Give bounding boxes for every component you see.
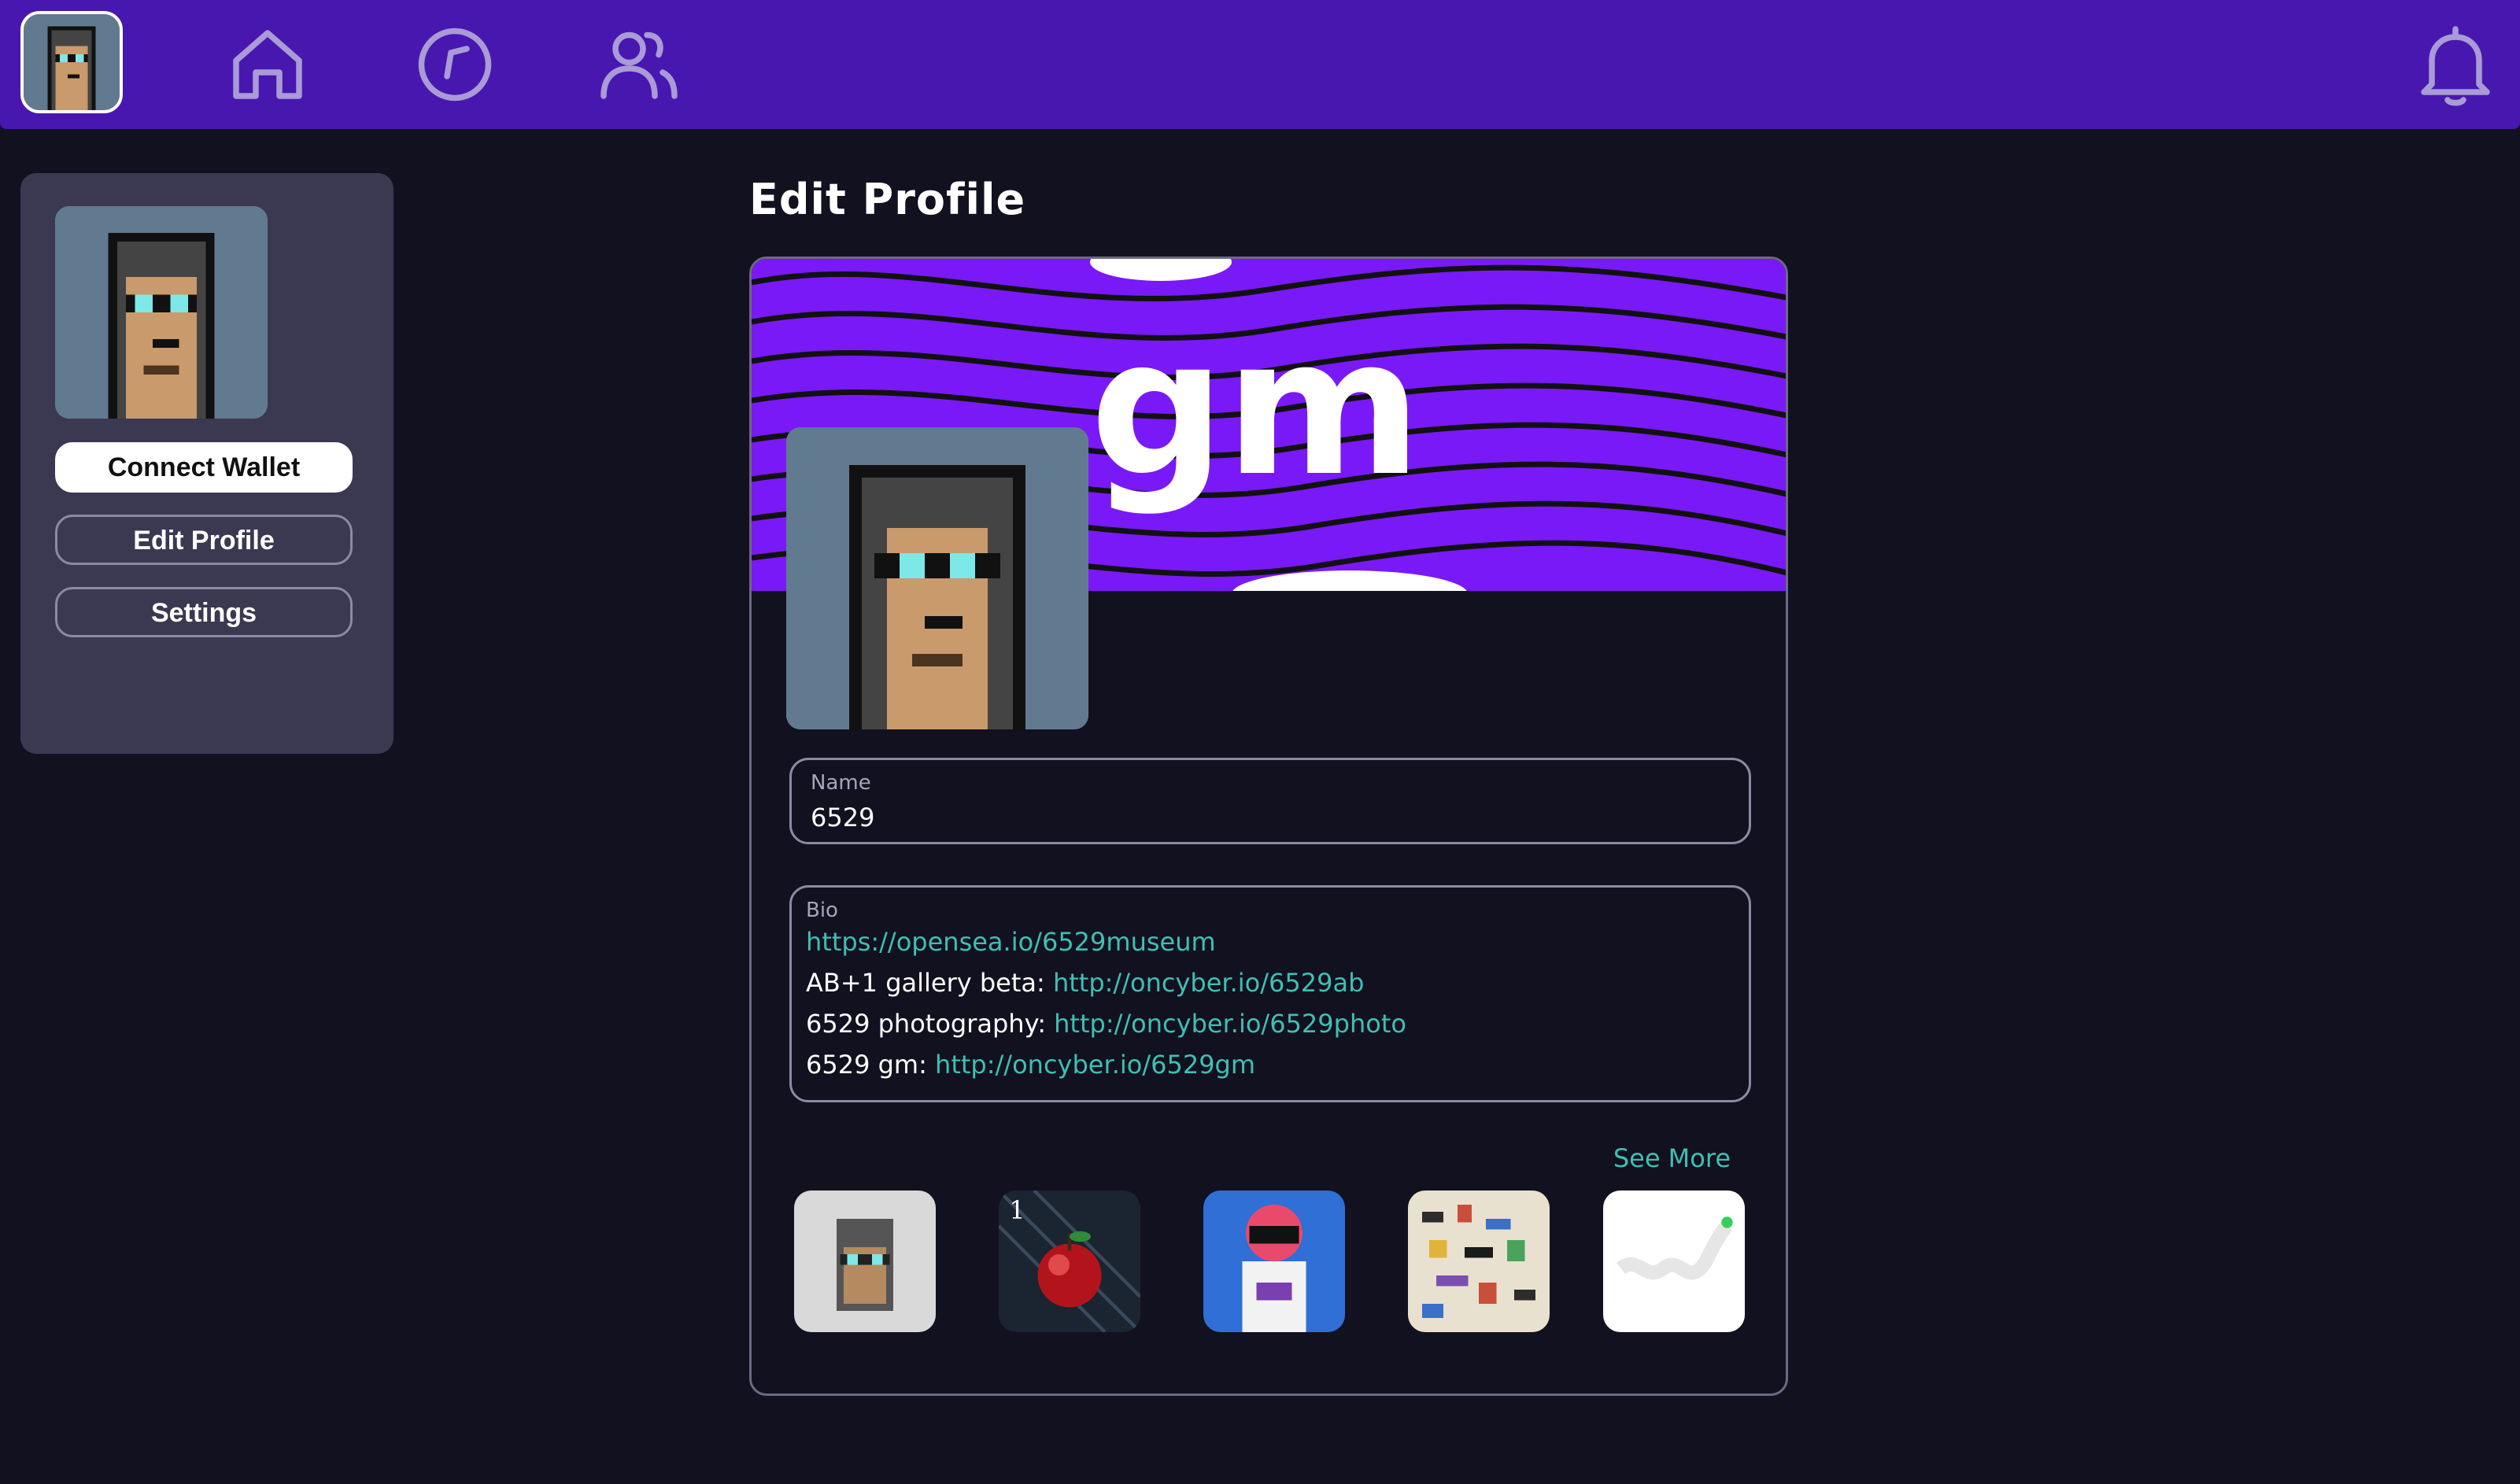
bio-link[interactable]: http://oncyber.io/6529ab (1053, 968, 1364, 998)
bio-link[interactable]: http://oncyber.io/6529gm (935, 1050, 1255, 1080)
edit-profile-card: gm Name 6529 Bio https://opensea.io/6529… (749, 257, 1788, 1396)
nft-thumbnail[interactable] (1203, 1191, 1345, 1332)
see-more-link[interactable]: See More (1613, 1143, 1731, 1173)
bio-line-1: https://opensea.io/6529museum (806, 927, 1216, 957)
bio-line-3: 6529 photography: http://oncyber.io/6529… (806, 1009, 1406, 1039)
name-field-label: Name (811, 771, 871, 795)
profile-sidebar: Connect Wallet Edit Profile Settings (20, 173, 394, 754)
profile-avatar[interactable] (786, 427, 1088, 729)
top-navigation-bar (0, 0, 2520, 129)
user-avatar[interactable] (20, 11, 123, 113)
nft-thumbnail[interactable] (794, 1191, 936, 1332)
bio-field-label: Bio (806, 899, 838, 922)
bell-icon[interactable] (2408, 17, 2503, 112)
users-icon[interactable] (592, 17, 686, 112)
name-field-value[interactable]: 6529 (811, 803, 874, 832)
svg-text:1: 1 (1010, 1197, 1025, 1225)
settings-button[interactable]: Settings (55, 587, 353, 637)
edit-profile-button[interactable]: Edit Profile (55, 515, 353, 565)
sidebar-avatar (55, 206, 268, 419)
home-icon[interactable] (220, 17, 315, 112)
name-field[interactable]: Name 6529 (789, 758, 1751, 844)
bio-link[interactable]: http://oncyber.io/6529photo (1054, 1009, 1406, 1039)
bio-link[interactable]: https://opensea.io/6529museum (806, 927, 1216, 957)
banner-text: gm (1090, 297, 1422, 518)
nft-thumbnail[interactable] (1603, 1191, 1745, 1332)
connect-wallet-button[interactable]: Connect Wallet (55, 442, 353, 493)
nft-thumbnail[interactable] (1408, 1191, 1550, 1332)
bio-line-2: AB+1 gallery beta: http://oncyber.io/652… (806, 968, 1365, 998)
bio-line-4: 6529 gm: http://oncyber.io/6529gm (806, 1050, 1256, 1080)
page-title: Edit Profile (749, 175, 1026, 224)
bio-field[interactable]: Bio https://opensea.io/6529museum AB+1 g… (789, 885, 1751, 1102)
nft-thumbnail[interactable]: 1 (999, 1191, 1140, 1332)
explore-icon[interactable] (408, 17, 502, 112)
